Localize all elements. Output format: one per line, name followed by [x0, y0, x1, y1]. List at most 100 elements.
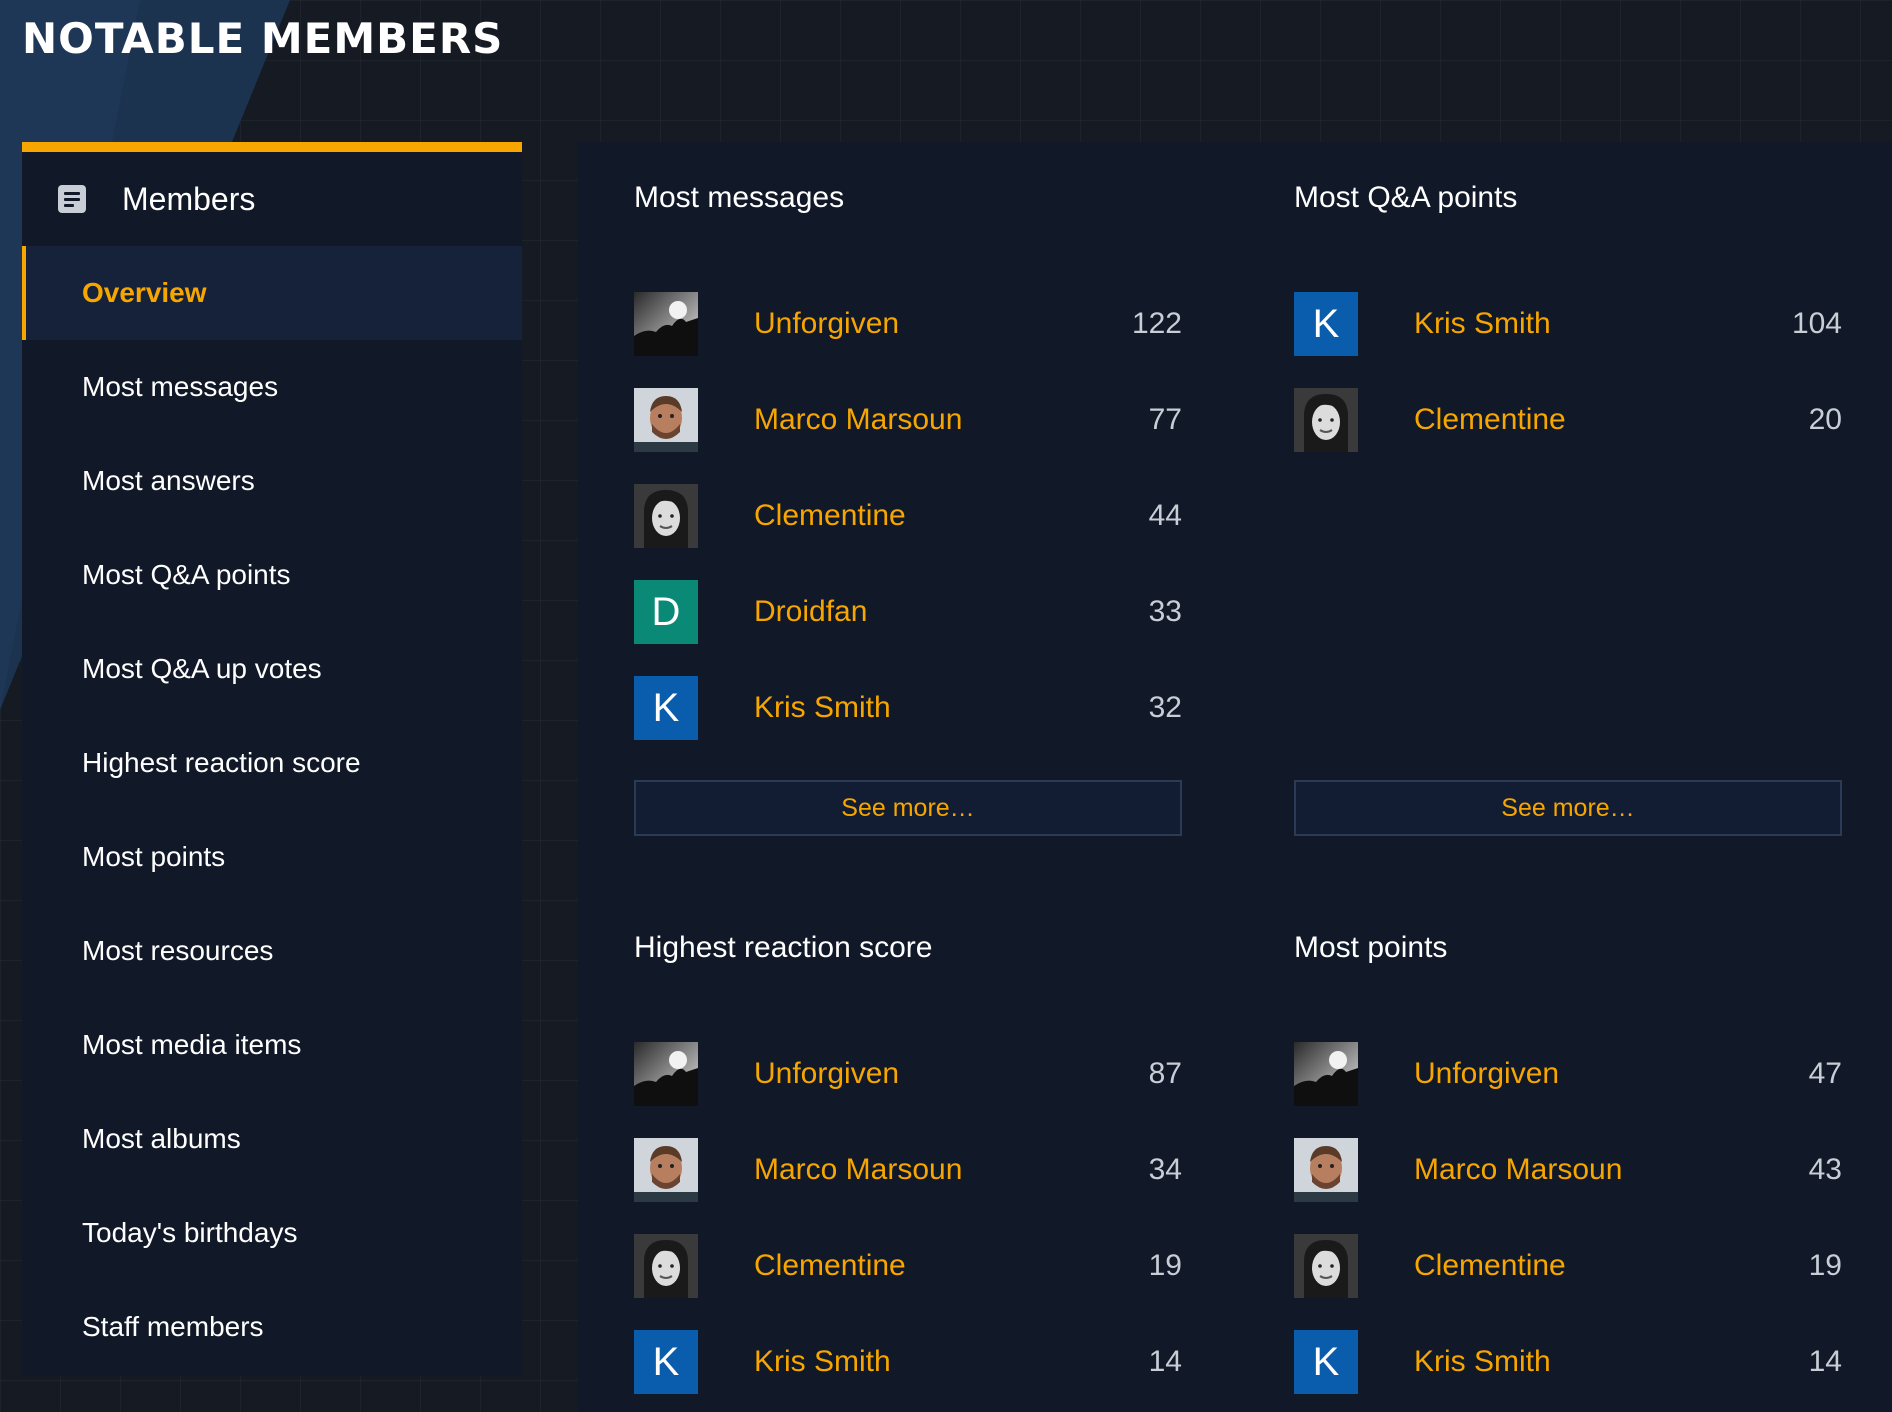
avatar[interactable]	[1294, 388, 1358, 452]
silhouette-photo-icon	[634, 1042, 698, 1106]
sidebar-item-most-albums[interactable]: Most albums	[22, 1092, 522, 1186]
letter-avatar: K	[634, 676, 698, 740]
member-name[interactable]: Kris Smith	[1414, 292, 1551, 356]
silhouette-photo-icon	[634, 292, 698, 356]
member-name[interactable]: Unforgiven	[754, 1042, 899, 1106]
member-list: Unforgiven 122 Marco Marsoun 77 Clementi…	[634, 292, 1182, 772]
member-row: Marco Marsoun 43	[1294, 1138, 1842, 1234]
man-photo-icon	[634, 1138, 698, 1202]
member-value: 104	[1791, 307, 1842, 340]
sidebar-item-most-points[interactable]: Most points	[22, 810, 522, 904]
member-value: 44	[1148, 499, 1182, 532]
avatar[interactable]: K	[1294, 1330, 1358, 1394]
avatar[interactable]	[634, 292, 698, 356]
member-value: 47	[1808, 1057, 1842, 1090]
member-name[interactable]: Clementine	[1414, 1234, 1566, 1298]
member-name[interactable]: Kris Smith	[754, 676, 891, 740]
member-row: K Kris Smith 14	[1294, 1330, 1842, 1412]
member-name[interactable]: Kris Smith	[1414, 1330, 1551, 1394]
member-value: 19	[1808, 1249, 1842, 1282]
sidebar: Members Overview Most messages Most answ…	[22, 142, 522, 1376]
avatar[interactable]	[634, 1042, 698, 1106]
woman-photo-icon	[1294, 388, 1358, 452]
member-value: 33	[1148, 595, 1182, 628]
letter-avatar: K	[1294, 292, 1358, 356]
avatar[interactable]: K	[634, 676, 698, 740]
member-value: 19	[1148, 1249, 1182, 1282]
member-name[interactable]: Marco Marsoun	[1414, 1138, 1622, 1202]
sidebar-item-todays-birthdays[interactable]: Today's birthdays	[22, 1186, 522, 1280]
avatar[interactable]	[634, 1234, 698, 1298]
sidebar-item-staff-members[interactable]: Staff members	[22, 1280, 522, 1374]
sidebar-item-most-media-items[interactable]: Most media items	[22, 998, 522, 1092]
member-row: Clementine 44	[634, 484, 1182, 580]
member-row: Clementine 20	[1294, 388, 1842, 484]
woman-photo-icon	[634, 484, 698, 548]
member-name[interactable]: Kris Smith	[754, 1330, 891, 1394]
block-title: Highest reaction score	[634, 931, 933, 964]
member-row: D Droidfan 33	[634, 580, 1182, 676]
member-name[interactable]: Clementine	[754, 1234, 906, 1298]
sidebar-item-most-answers[interactable]: Most answers	[22, 434, 522, 528]
member-row: Clementine 19	[634, 1234, 1182, 1330]
sidebar-item-most-qa-up-votes[interactable]: Most Q&A up votes	[22, 622, 522, 716]
main-panel: Most messages Unforgiven 122 Marco Marso…	[578, 142, 1892, 1412]
member-list: K Kris Smith 104 Clementine 20	[1294, 292, 1842, 484]
member-value: 34	[1148, 1153, 1182, 1186]
sidebar-menu: Overview Most messages Most answers Most…	[22, 246, 522, 1374]
man-photo-icon	[634, 388, 698, 452]
member-row: Unforgiven 87	[634, 1042, 1182, 1138]
sidebar-title: Members	[122, 180, 256, 217]
man-photo-icon	[1294, 1138, 1358, 1202]
block-title: Most Q&A points	[1294, 181, 1518, 214]
member-row: K Kris Smith 32	[634, 676, 1182, 772]
member-value: 20	[1808, 403, 1842, 436]
member-row: K Kris Smith 14	[634, 1330, 1182, 1412]
letter-avatar: K	[1294, 1330, 1358, 1394]
see-more-button[interactable]: See more…	[1294, 780, 1842, 836]
member-row: K Kris Smith 104	[1294, 292, 1842, 388]
letter-avatar: D	[634, 580, 698, 644]
sidebar-header: Members	[22, 152, 522, 246]
member-value: 32	[1148, 691, 1182, 724]
avatar[interactable]: D	[634, 580, 698, 644]
silhouette-photo-icon	[1294, 1042, 1358, 1106]
member-row: Marco Marsoun 34	[634, 1138, 1182, 1234]
sidebar-item-most-messages[interactable]: Most messages	[22, 340, 522, 434]
letter-avatar: K	[634, 1330, 698, 1394]
member-value: 14	[1148, 1345, 1182, 1378]
member-row: Unforgiven 122	[634, 292, 1182, 388]
member-row: Unforgiven 47	[1294, 1042, 1842, 1138]
member-name[interactable]: Marco Marsoun	[754, 1138, 962, 1202]
sidebar-item-overview[interactable]: Overview	[22, 246, 522, 340]
member-value: 43	[1808, 1153, 1842, 1186]
woman-photo-icon	[1294, 1234, 1358, 1298]
sidebar-item-highest-reaction-score[interactable]: Highest reaction score	[22, 716, 522, 810]
member-value: 122	[1131, 307, 1182, 340]
member-name[interactable]: Marco Marsoun	[754, 388, 962, 452]
member-name[interactable]: Unforgiven	[1414, 1042, 1559, 1106]
member-value: 14	[1808, 1345, 1842, 1378]
member-name[interactable]: Droidfan	[754, 580, 867, 644]
woman-photo-icon	[634, 1234, 698, 1298]
block-title: Most points	[1294, 931, 1448, 964]
avatar[interactable]	[1294, 1234, 1358, 1298]
avatar[interactable]	[634, 1138, 698, 1202]
avatar[interactable]	[634, 388, 698, 452]
avatar[interactable]: K	[634, 1330, 698, 1394]
block-title: Most messages	[634, 181, 845, 214]
member-list: Unforgiven 47 Marco Marsoun 43 Clementin…	[1294, 1042, 1842, 1412]
list-icon	[58, 185, 86, 213]
see-more-button[interactable]: See more…	[634, 780, 1182, 836]
sidebar-item-most-resources[interactable]: Most resources	[22, 904, 522, 998]
member-value: 77	[1148, 403, 1182, 436]
avatar[interactable]	[1294, 1138, 1358, 1202]
sidebar-item-most-qa-points[interactable]: Most Q&A points	[22, 528, 522, 622]
member-name[interactable]: Clementine	[1414, 388, 1566, 452]
page-title: NOTABLE MEMBERS	[22, 14, 504, 63]
member-name[interactable]: Clementine	[754, 484, 906, 548]
avatar[interactable]	[1294, 1042, 1358, 1106]
avatar[interactable]	[634, 484, 698, 548]
member-name[interactable]: Unforgiven	[754, 292, 899, 356]
avatar[interactable]: K	[1294, 292, 1358, 356]
